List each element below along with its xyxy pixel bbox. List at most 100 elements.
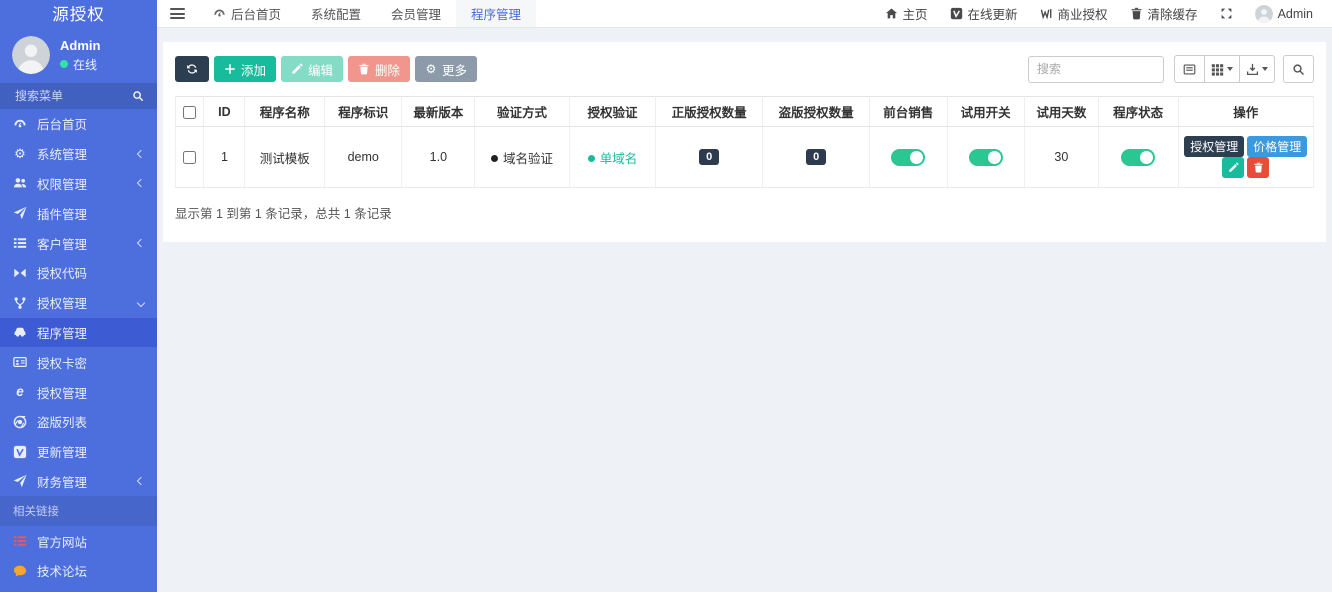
- column-header[interactable]: 操作: [1177, 96, 1314, 127]
- sidebar-item-pirate-list[interactable]: 盗版列表: [0, 407, 157, 437]
- column-header[interactable]: 盗版授权数量: [762, 96, 871, 127]
- sidebar-item-update-manage[interactable]: 更新管理: [0, 437, 157, 467]
- sidebar-item-program-manage[interactable]: 程序管理: [0, 317, 157, 348]
- sidebar-search-input[interactable]: [13, 88, 132, 104]
- dashboard-icon: [13, 117, 27, 131]
- navbar-link-label: 在线更新: [967, 8, 1018, 22]
- record-summary: 显示第 1 到第 1 条记录，总共 1 条记录: [175, 207, 392, 221]
- navbar-right: 主页 在线更新 商业授权 清除缓存 Admin: [874, 0, 1332, 27]
- top-tabs: 后台首页 系统配置 会员管理 程序管理: [198, 0, 537, 27]
- online-dot-icon: [60, 60, 68, 68]
- column-header[interactable]: 程序标识: [324, 96, 403, 127]
- sidebar-search: [0, 83, 157, 109]
- hamburger-icon: [170, 8, 185, 19]
- navbar-link-home[interactable]: 主页: [874, 0, 939, 27]
- table-card: 添加 编辑 删除 ⚙ 更多 ID程序名称程序标识最新版本验证方式授权验证正版授权数量盗版…: [163, 42, 1326, 242]
- vimeo-icon: [13, 445, 27, 459]
- navbar-link-commercial-auth[interactable]: 商业授权: [1029, 0, 1119, 27]
- count-badge[interactable]: 0: [806, 149, 827, 165]
- navbar-link-user[interactable]: Admin: [1244, 0, 1324, 27]
- select-all-checkbox[interactable]: [183, 105, 197, 119]
- search-button[interactable]: [1283, 55, 1314, 83]
- expand-icon: [1220, 7, 1233, 20]
- sidebar-item-label: 技术论坛: [37, 565, 88, 580]
- column-header[interactable]: 授权验证: [568, 96, 657, 127]
- delete-button[interactable]: 删除: [348, 56, 411, 82]
- paper-plane-icon: [13, 206, 27, 220]
- sidebar-item-tech-forum[interactable]: 技术论坛: [0, 556, 157, 586]
- columns-button[interactable]: [1205, 55, 1240, 83]
- row-checkbox[interactable]: [183, 151, 197, 165]
- home-icon: [885, 7, 898, 20]
- column-header[interactable]: 试用开关: [946, 96, 1025, 127]
- button-label: 删除: [375, 63, 401, 78]
- id-card-icon: [13, 355, 27, 369]
- program-status-toggle[interactable]: [1121, 148, 1156, 166]
- navbar-link-fullscreen[interactable]: [1209, 0, 1244, 27]
- sidebar-item-label: 更新管理: [37, 446, 88, 461]
- chevron-left-icon: [136, 149, 146, 158]
- weibo-icon: [1040, 7, 1053, 20]
- column-header[interactable]: 程序名称: [244, 96, 326, 127]
- count-badge[interactable]: 0: [699, 149, 720, 165]
- dark-dot-icon: [490, 154, 498, 162]
- sidebar-item-dashboard[interactable]: 后台首页: [0, 109, 157, 139]
- add-button[interactable]: 添加: [214, 56, 277, 82]
- sidebar-item-label: 官方网站: [37, 535, 88, 550]
- table-search-input[interactable]: [1028, 55, 1164, 83]
- row-action-price-manage[interactable]: 价格管理: [1247, 136, 1308, 157]
- refresh-button[interactable]: [175, 56, 209, 82]
- trash-icon: [358, 63, 370, 75]
- cell-pirated-count: 0: [762, 126, 871, 188]
- sidebar-item-system[interactable]: ⚙ 系统管理: [0, 139, 157, 169]
- code-icon: [13, 266, 27, 280]
- sidebar-item-customer[interactable]: 客户管理: [0, 228, 157, 258]
- tab-dashboard[interactable]: 后台首页: [198, 0, 296, 27]
- row-action-edit[interactable]: [1222, 157, 1245, 178]
- cell-auth-verify: 单域名: [568, 126, 657, 188]
- user-status: 在线: [60, 56, 100, 73]
- button-label: 更多: [442, 63, 468, 78]
- tab-member-manage[interactable]: 会员管理: [376, 0, 456, 27]
- column-header[interactable]: 验证方式: [474, 96, 570, 127]
- sidebar-item-auth-card[interactable]: 授权卡密: [0, 347, 157, 377]
- sidebar-item-auth-manage[interactable]: 授权管理: [0, 288, 157, 318]
- navbar-link-clear-cache[interactable]: 清除缓存: [1119, 0, 1209, 27]
- front-sale-toggle[interactable]: [891, 148, 926, 166]
- caret-down-icon: [1262, 67, 1268, 71]
- column-header[interactable]: 前台销售: [869, 96, 948, 127]
- sidebar-menu: 后台首页 ⚙ 系统管理 权限管理 插件管理 客户管理 授权代码 授权管理程序管理授权卡密 e 授权…: [0, 109, 157, 592]
- paper-plane-icon: [13, 474, 27, 488]
- column-header[interactable]: ID: [203, 96, 246, 127]
- sidebar-section-related-links: 相关链接: [0, 496, 157, 527]
- chevron-left-icon: [136, 238, 146, 248]
- column-header[interactable]: 试用天数: [1023, 96, 1099, 127]
- trial-switch-toggle[interactable]: [968, 148, 1003, 166]
- edit-button[interactable]: 编辑: [281, 56, 344, 82]
- chevron-left-icon: [136, 179, 146, 188]
- cell-genuine-count: 0: [655, 126, 764, 188]
- row-action-auth-manage[interactable]: 授权管理: [1184, 136, 1245, 157]
- column-header[interactable]: 最新版本: [401, 96, 476, 127]
- tab-system-config[interactable]: 系统配置: [296, 0, 376, 27]
- column-header[interactable]: 正版授权数量: [655, 96, 764, 127]
- navbar-link-online-update[interactable]: 在线更新: [939, 0, 1029, 27]
- paging-button[interactable]: [1174, 55, 1205, 83]
- sidebar-item-auth-code[interactable]: 授权代码: [0, 258, 157, 288]
- row-action-delete[interactable]: [1247, 157, 1270, 178]
- header-checkbox-cell: [174, 96, 205, 127]
- sidebar-item-official-site[interactable]: 官方网站: [0, 526, 157, 556]
- more-button[interactable]: ⚙ 更多: [415, 56, 478, 82]
- tab-program-manage[interactable]: 程序管理: [456, 0, 537, 27]
- cell-trial-days: 30: [1023, 126, 1099, 188]
- sidebar-item-auth-manage-sub[interactable]: e 授权管理: [0, 377, 157, 407]
- sidebar-item-plugin[interactable]: 插件管理: [0, 198, 157, 228]
- sidebar-item-finance[interactable]: 财务管理: [0, 467, 157, 497]
- sidebar-item-label: 程序管理: [37, 326, 88, 341]
- sidebar-toggle-button[interactable]: [157, 0, 198, 27]
- column-header[interactable]: 程序状态: [1097, 96, 1179, 127]
- sidebar-item-permission[interactable]: 权限管理: [0, 169, 157, 199]
- app: 源授权 Admin 在线 后台首页⚙系统管理权限管理插件管理客户管理授权代码授权…: [0, 0, 1332, 592]
- export-button[interactable]: [1240, 55, 1275, 83]
- cell-verify-method: 域名验证: [474, 126, 570, 188]
